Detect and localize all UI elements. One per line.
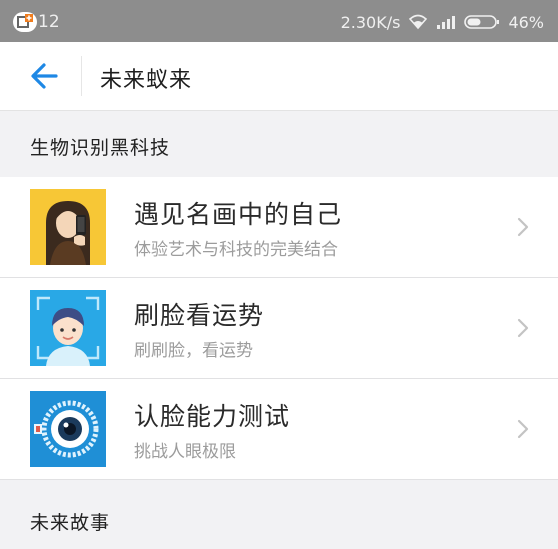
item-title: 认脸能力测试 [134,402,291,431]
signal-icon [437,16,456,29]
section-title: 未来故事 [30,512,111,534]
chevron-right-icon [517,318,529,338]
status-time: 12 [38,12,60,32]
chevron-right-icon [517,217,529,237]
arrow-left-icon[interactable] [28,60,62,92]
item-title: 刷脸看运势 [134,301,265,330]
battery-icon [464,15,500,29]
section-header-biometrics: 生物识别黑科技 [0,111,558,177]
wifi-icon [409,14,428,30]
mona-lisa-icon [30,189,106,265]
status-bar: 12 2.30K/s 46% [0,0,558,42]
list-item-face-recognition-test[interactable]: 认脸能力测试 挑战人眼极限 [0,379,558,480]
face-scan-icon [30,290,106,366]
app-notification-icon [13,12,37,32]
network-speed: 2.30K/s [340,12,401,32]
list-item-face-fortune[interactable]: 刷脸看运势 刷刷脸，看运势 [0,278,558,379]
item-subtitle: 刷刷脸，看运势 [134,341,253,361]
page-title: 未来蚁来 [100,68,193,93]
battery-percent: 46% [508,12,544,32]
feature-list: 遇见名画中的自己 体验艺术与科技的完美结合 刷脸看运势 刷刷脸，看运势 认脸能力… [0,177,558,480]
item-subtitle: 挑战人眼极限 [134,442,236,462]
chevron-right-icon [517,419,529,439]
section-title: 生物识别黑科技 [30,137,171,159]
section-header-future-stories: 未来故事 [0,480,558,549]
list-item-famous-painting[interactable]: 遇见名画中的自己 体验艺术与科技的完美结合 [0,177,558,278]
header-divider [81,56,82,96]
item-title: 遇见名画中的自己 [134,200,343,229]
item-subtitle: 体验艺术与科技的完美结合 [134,240,338,260]
app-header: 未来蚁来 [0,42,558,111]
eye-scan-icon [30,391,106,467]
